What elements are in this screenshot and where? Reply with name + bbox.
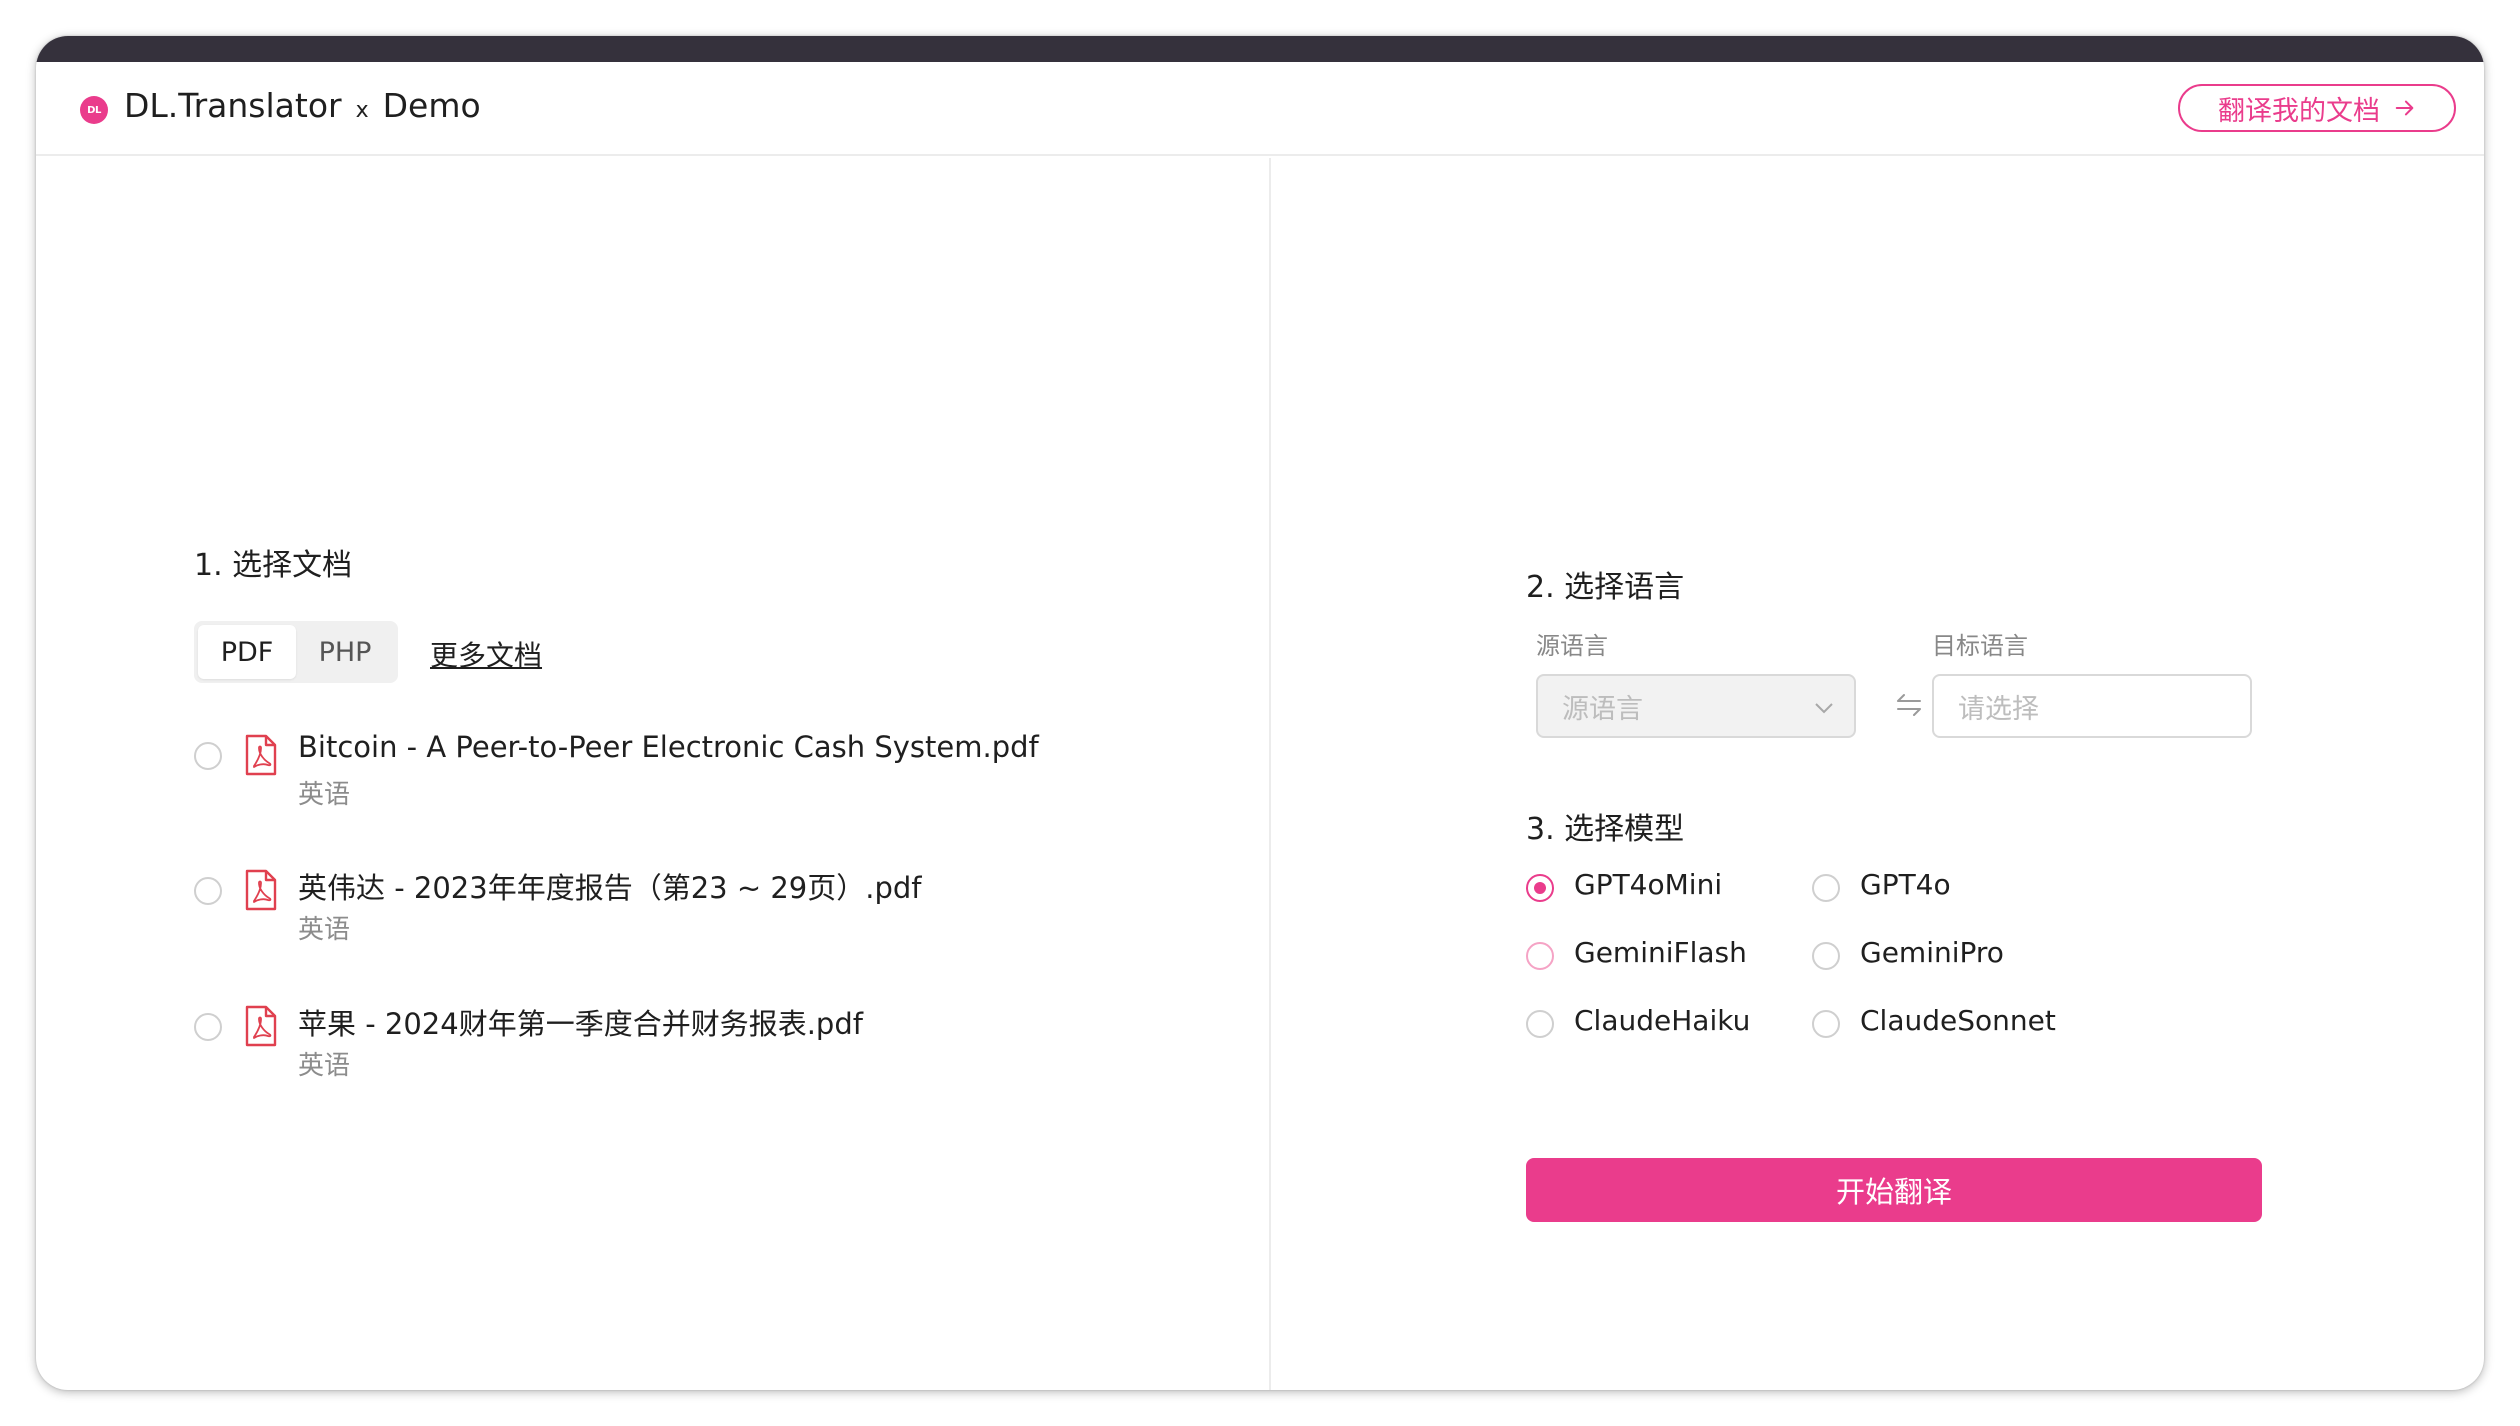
- app-window: DL DL.Translator x Demo 翻译我的文档 1. 选择文档 P…: [36, 36, 2484, 1390]
- model-label: ClaudeSonnet: [1860, 1004, 2056, 1037]
- window-top-strip: [36, 36, 2484, 62]
- document-name: Bitcoin - A Peer-to-Peer Electronic Cash…: [298, 730, 1039, 764]
- doc-type-tabs: PDF PHP: [194, 621, 398, 683]
- source-language-label: 源语言: [1536, 632, 1608, 660]
- target-language-select[interactable]: 请选择: [1932, 674, 2252, 738]
- model-radio[interactable]: [1526, 874, 1554, 902]
- source-language-select[interactable]: 源语言: [1536, 674, 1856, 738]
- start-translation-button[interactable]: 开始翻译: [1526, 1158, 2262, 1222]
- more-documents-link[interactable]: 更多文档: [430, 634, 542, 674]
- swap-languages-icon[interactable]: [1894, 690, 1924, 720]
- document-item[interactable]: Bitcoin - A Peer-to-Peer Electronic Cash…: [194, 730, 1094, 820]
- document-item[interactable]: 英伟达 - 2023年年度报告（第23 ~ 29页）.pdf 英语: [194, 865, 1094, 955]
- model-radio[interactable]: [1526, 942, 1554, 970]
- tab-pdf[interactable]: PDF: [198, 625, 296, 679]
- model-label: ClaudeHaiku: [1574, 1004, 1751, 1037]
- model-label: GPT4oMini: [1574, 868, 1723, 901]
- document-radio[interactable]: [194, 742, 222, 770]
- translate-my-doc-label: 翻译我的文档: [2218, 95, 2380, 127]
- pdf-file-icon: [245, 734, 277, 776]
- tab-php[interactable]: PHP: [296, 625, 394, 679]
- panel-divider: [1269, 158, 1271, 1390]
- document-language: 英语: [298, 780, 351, 810]
- source-language-placeholder: 源语言: [1562, 693, 1643, 725]
- pdf-file-icon: [245, 869, 277, 911]
- document-language: 英语: [298, 915, 351, 945]
- translate-my-doc-button[interactable]: 翻译我的文档: [2178, 84, 2456, 132]
- chevron-down-icon: [1815, 703, 1833, 714]
- brand-title: DL.Translator x Demo: [124, 86, 481, 125]
- model-label: GeminiFlash: [1574, 936, 1747, 969]
- logo-icon: DL: [80, 96, 108, 124]
- header: DL DL.Translator x Demo 翻译我的文档: [36, 62, 2484, 156]
- target-language-placeholder: 请选择: [1958, 693, 2039, 725]
- start-translation-label: 开始翻译: [1835, 1175, 1952, 1209]
- documents-title: 1. 选择文档: [194, 548, 353, 583]
- model-title: 3. 选择模型: [1526, 812, 1685, 847]
- arrow-right-icon: [2395, 100, 2414, 116]
- logo-text: DL: [87, 104, 101, 116]
- brand-name: DL.Translator: [124, 86, 342, 125]
- model-label: GeminiPro: [1860, 936, 2004, 969]
- model-radio[interactable]: [1526, 1010, 1554, 1038]
- document-name: 苹果 - 2024财年第一季度合并财务报表.pdf: [298, 1007, 863, 1041]
- model-radio[interactable]: [1812, 874, 1840, 902]
- document-radio[interactable]: [194, 877, 222, 905]
- brand-demo: Demo: [382, 86, 481, 125]
- target-language-label: 目标语言: [1932, 632, 2028, 660]
- document-language: 英语: [298, 1051, 351, 1081]
- document-radio[interactable]: [194, 1013, 222, 1041]
- model-radio[interactable]: [1812, 1010, 1840, 1038]
- document-item[interactable]: 苹果 - 2024财年第一季度合并财务报表.pdf 英语: [194, 1001, 1094, 1091]
- model-label: GPT4o: [1860, 868, 1951, 901]
- brand-separator: x: [355, 98, 369, 123]
- pdf-file-icon: [245, 1005, 277, 1047]
- language-title: 2. 选择语言: [1526, 570, 1685, 605]
- document-name: 英伟达 - 2023年年度报告（第23 ~ 29页）.pdf: [298, 871, 922, 905]
- model-radio[interactable]: [1812, 942, 1840, 970]
